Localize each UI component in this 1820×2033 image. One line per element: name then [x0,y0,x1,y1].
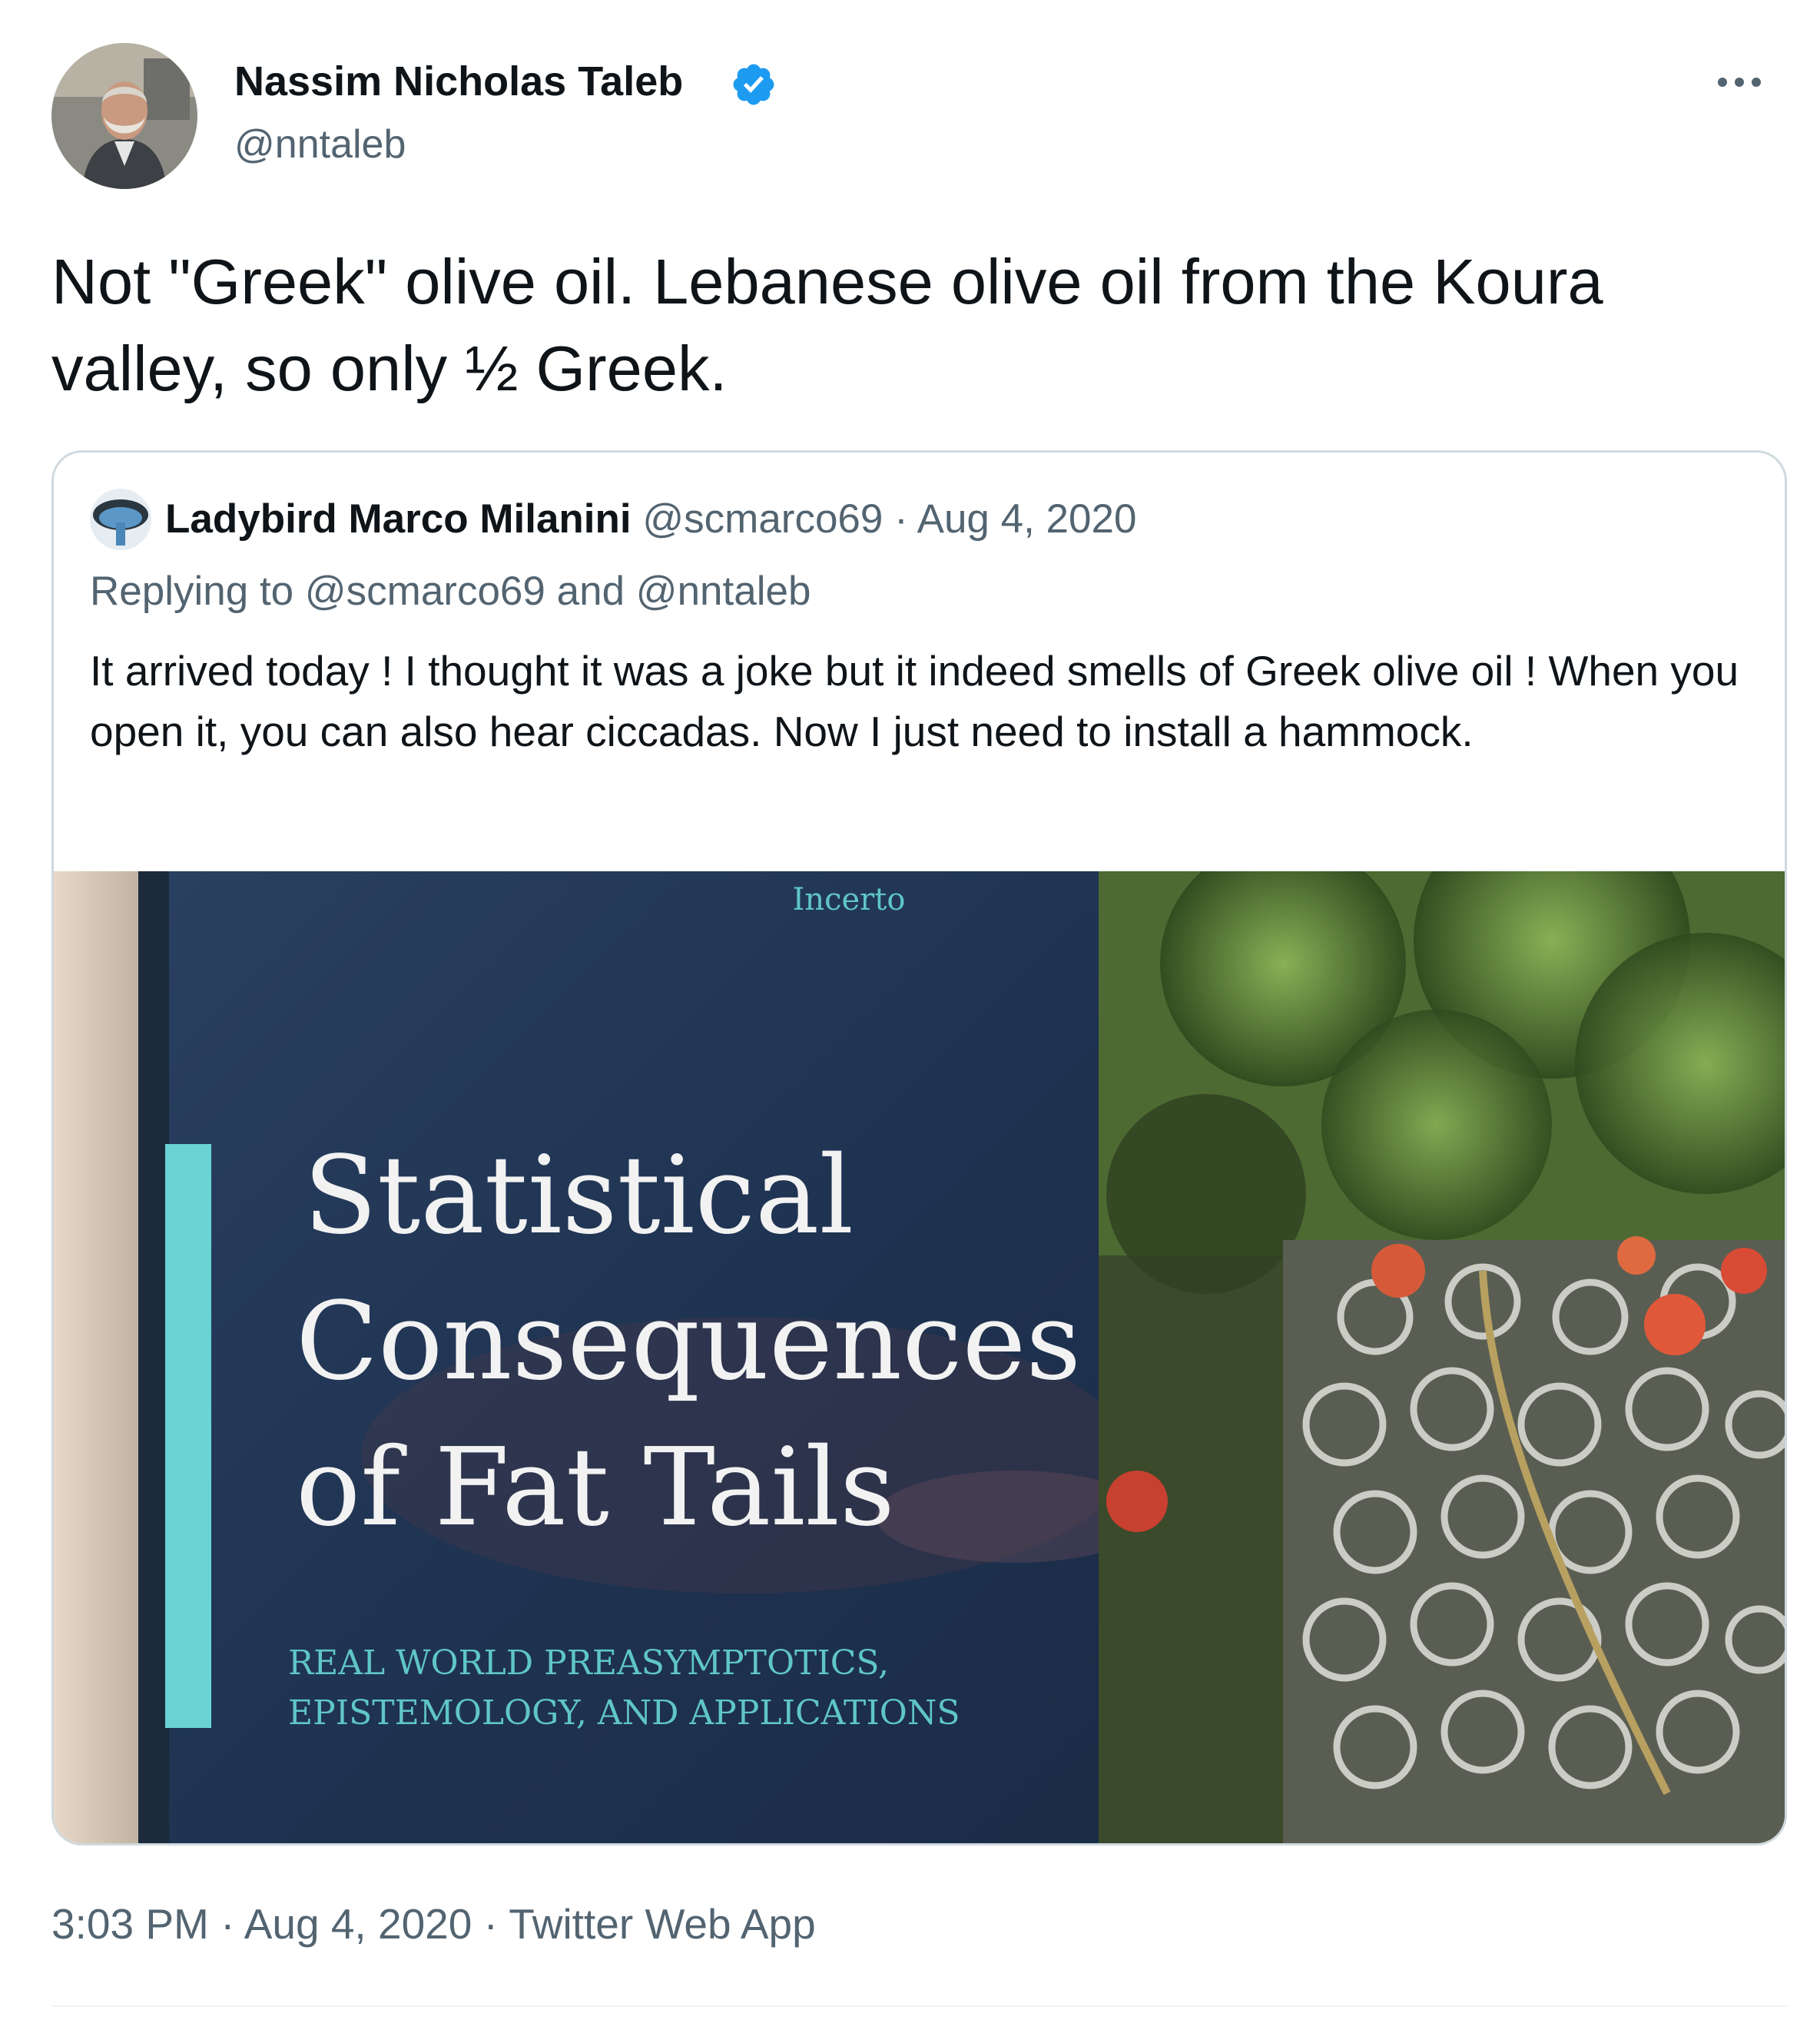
tweet-time[interactable]: 3:03 PM [51,1900,209,1948]
separator-dot: · [220,1900,235,1948]
verified-badge-icon [730,61,777,108]
quoted-tweet-card[interactable]: Ladybird Marco Milanini @scmarco69 · Aug… [51,450,1787,1846]
book-series-label: Incerto [793,882,906,917]
divider [51,2005,1787,2007]
book-subtitle-line-1: REAL WORLD PREASYMPTOTICS, [288,1643,889,1683]
tweet-date[interactable]: Aug 4, 2020 [244,1900,472,1948]
quoted-tweet-text: It arrived today ! I thought it was a jo… [90,647,1739,755]
quoted-author-avatar [90,489,151,550]
author-handle[interactable]: @nntaleb [234,121,406,167]
replying-to-text: Replying to @scmarco69 and @nntaleb [90,569,811,614]
author-avatar[interactable] [51,43,197,189]
quoted-tweet-header: Ladybird Marco Milanini @scmarco69 · Aug… [165,496,1136,542]
book-subtitle-line-2: EPISTEMOLOGY, AND APPLICATIONS [288,1693,960,1733]
quoted-author-handle[interactable]: @scmarco69 [642,496,883,542]
quoted-tweet-date[interactable]: Aug 4, 2020 [917,496,1137,542]
separator-dot: · [483,1900,498,1948]
book-title-line-1: Statistical [303,1133,854,1259]
author-name[interactable]: Nassim Nicholas Taleb [234,58,683,105]
quoted-author-name[interactable]: Ladybird Marco Milanini [165,496,632,542]
book-title-line-2: Consequences [296,1279,1081,1405]
tweet-source[interactable]: Twitter Web App [509,1900,815,1948]
tweet-metadata: 3:03 PM · Aug 4, 2020 · Twitter Web App [51,1899,816,1948]
book-title-line-3: of Fat Tails [296,1425,895,1550]
more-dots-icon[interactable] [1713,63,1765,101]
separator-dot: · [894,496,908,542]
tweet-text: Not "Greek" olive oil. Lebanese olive oi… [51,246,1603,404]
quoted-tweet-photo[interactable]: Incerto Statistical Consequences of Fat … [54,802,1785,1843]
